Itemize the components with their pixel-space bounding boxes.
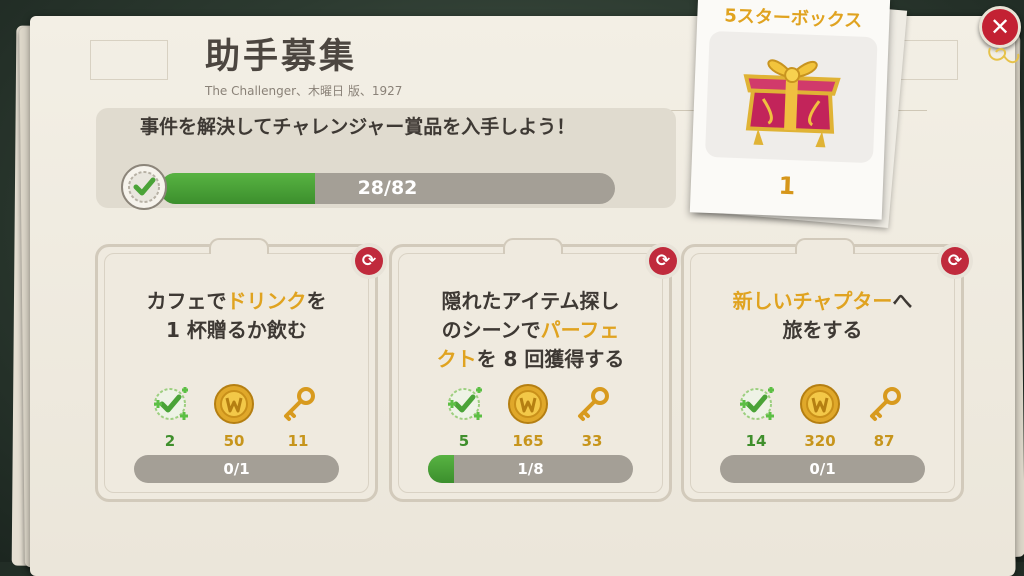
refresh-task-button[interactable]: ⟳ [645,243,681,279]
key-icon [268,382,328,430]
challenge-reward: 5 [434,382,494,450]
challenge-points-icon [140,382,200,430]
task-rewards: 5 165 33 [392,382,669,452]
task-progress-bar: 0/1 [134,455,339,483]
task-card-ornament [502,238,563,254]
key-icon [854,382,914,430]
task-progress-label: 1/8 [517,460,544,478]
page-title: 助手募集 [205,37,358,77]
prize-count: 1 [777,171,796,201]
task-highlight-text: ドリンク [226,289,307,313]
refresh-icon: ⟳ [941,247,969,275]
task-card-ornament [208,238,269,254]
task-progress-label: 0/1 [809,460,836,478]
task-card-ornament [794,238,855,254]
reward-value: 320 [804,432,836,450]
coin-reward: 320 [790,382,850,450]
task-rewards: 2 50 11 [98,382,375,452]
reward-value: 87 [873,432,895,450]
reward-value: 14 [745,432,767,450]
challenge-reward: 2 [140,382,200,450]
task-progress-bar: 1/8 [428,455,633,483]
task-progress-bar: 0/1 [720,455,925,483]
objective-progress-bar: 28/82 [160,173,615,204]
task-description: カフェでドリンクを 1 杯贈るか飲む [108,287,365,345]
reward-value: 33 [581,432,603,450]
task-card: ⟳ 新しいチャプターへ 旅をする 14 320 87 0/1 [681,238,973,502]
key-icon [562,382,622,430]
task-highlight-text: 新しいチャプター [732,289,893,313]
challenge-points-icon [434,382,494,430]
task-card: ⟳ カフェでドリンクを 1 杯贈るか飲む 2 50 11 0/1 [95,238,387,502]
reward-value: 5 [458,432,470,450]
coin-reward: 165 [498,382,558,450]
refresh-task-button[interactable]: ⟳ [937,243,973,279]
coin-icon [498,382,558,430]
coin-icon [790,382,850,430]
key-reward: 33 [562,382,622,450]
objective-text: 事件を解決してチャレンジャー賞品を入手しよう！ [140,116,576,138]
reward-value: 165 [512,432,544,450]
task-progress-label: 0/1 [223,460,250,478]
refresh-task-button[interactable]: ⟳ [351,243,387,279]
challenge-reward: 14 [726,382,786,450]
close-decoration [988,47,1020,64]
coin-icon [204,382,264,430]
reward-value: 50 [223,432,245,450]
task-text-part: を 8 回獲得する [476,347,625,371]
objective-progress-label: 28/82 [357,177,418,199]
refresh-icon: ⟳ [649,247,677,275]
prize-title: 5スターボックス [723,5,863,32]
reward-value: 2 [164,432,176,450]
challenge-points-icon [726,382,786,430]
prize-card: 5スターボックス 1 [689,0,891,220]
reward-value: 11 [287,432,309,450]
key-reward: 87 [854,382,914,450]
challenge-check-icon [121,164,167,210]
task-text-part: カフェで [146,289,227,313]
refresh-icon: ⟳ [355,247,383,275]
task-description: 新しいチャプターへ 旅をする [694,287,951,345]
page-subtitle: The Challenger、木曜日 版、1927 [205,84,403,98]
key-reward: 11 [268,382,328,450]
coin-reward: 50 [204,382,264,450]
task-description: 隠れたアイテム探し のシーンでパーフェ クトを 8 回獲得する [402,287,659,374]
task-rewards: 14 320 87 [684,382,961,452]
close-button[interactable]: ✕ [979,6,1021,48]
masthead-logo-left [90,40,168,80]
close-icon: ✕ [989,13,1011,41]
task-card: ⟳ 隠れたアイテム探し のシーンでパーフェ クトを 8 回獲得する 5 165 33 1/8 [389,238,681,502]
gift-box-icon [704,30,878,164]
